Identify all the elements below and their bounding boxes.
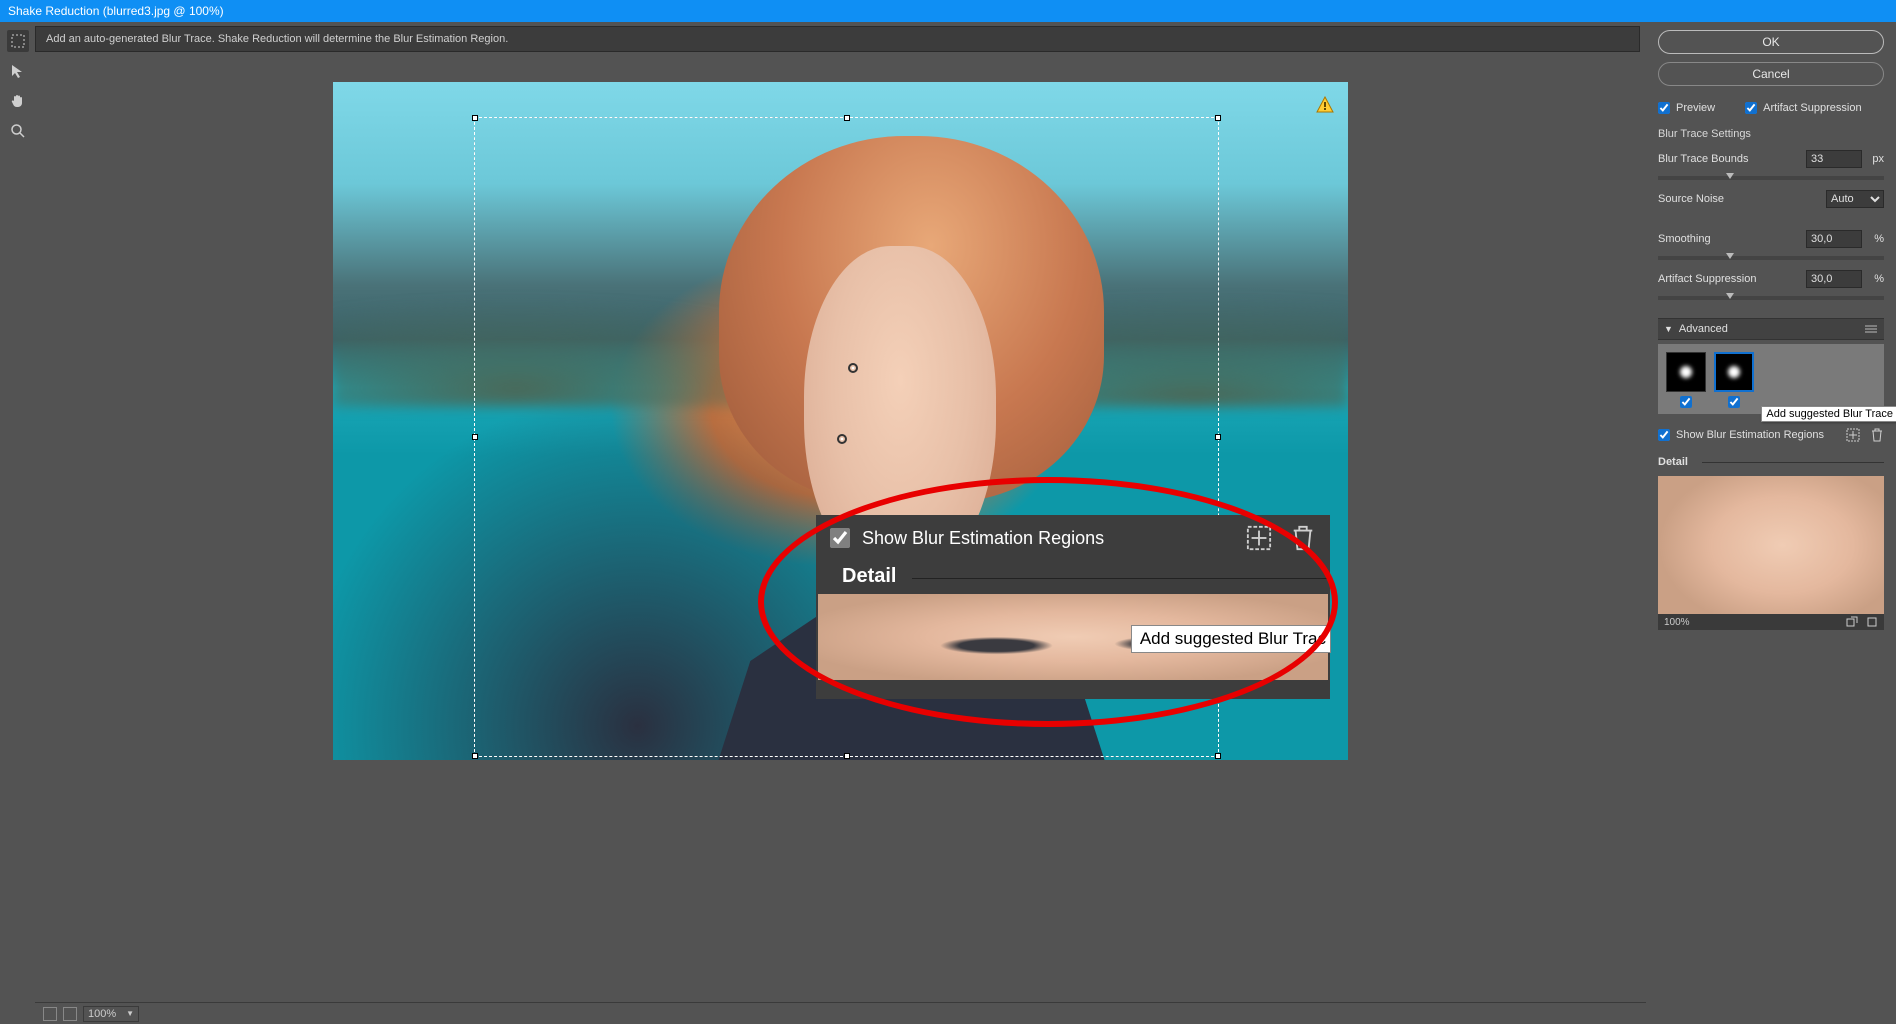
- resize-handle-n[interactable]: [844, 115, 850, 121]
- px-unit: px: [1866, 153, 1884, 165]
- smoothing-row: Smoothing %: [1658, 230, 1884, 248]
- source-noise-label: Source Noise: [1658, 193, 1826, 205]
- hint-bar: Add an auto-generated Blur Trace. Shake …: [35, 26, 1640, 52]
- view-mode-b-icon[interactable]: [63, 1007, 77, 1021]
- detail-section-header: Detail: [1658, 456, 1884, 468]
- view-mode-a-icon[interactable]: [43, 1007, 57, 1021]
- delete-blur-trace-icon[interactable]: [1870, 428, 1884, 442]
- window-title-bar: Shake Reduction (blurred3.jpg @ 100%): [0, 0, 1896, 22]
- callout-show-regions-label: Show Blur Estimation Regions: [862, 528, 1104, 549]
- zoom-tool-icon[interactable]: [7, 120, 29, 142]
- ok-button[interactable]: OK: [1658, 30, 1884, 54]
- zoom-level-value: 100%: [88, 1008, 116, 1020]
- advanced-label: Advanced: [1679, 323, 1728, 335]
- advanced-section-header[interactable]: ▼ Advanced: [1658, 318, 1884, 340]
- percent-unit-1: %: [1866, 233, 1884, 245]
- artifact-suppression-label: Artifact Suppression: [1763, 102, 1861, 114]
- settings-heading: Blur Trace Settings: [1658, 128, 1884, 140]
- artifact-suppression-checkbox[interactable]: [1745, 102, 1757, 114]
- detail-zoom-value: 100%: [1664, 617, 1690, 628]
- show-regions-label: Show Blur Estimation Regions: [1676, 429, 1824, 441]
- resize-handle-e[interactable]: [1215, 434, 1221, 440]
- resize-handle-w[interactable]: [472, 434, 478, 440]
- percent-unit-2: %: [1866, 273, 1884, 285]
- artifact-suppression-field-label: Artifact Suppression: [1658, 273, 1806, 285]
- show-regions-checkbox[interactable]: [1658, 429, 1670, 441]
- artifact-suppression-input[interactable]: [1806, 270, 1862, 288]
- smoothing-label: Smoothing: [1658, 233, 1806, 245]
- blur-trace-item-1-checkbox[interactable]: [1680, 396, 1692, 408]
- zoom-level-box[interactable]: 100% ▼: [83, 1006, 139, 1022]
- add-blur-trace-icon[interactable]: [1846, 428, 1860, 442]
- blur-trace-item-1[interactable]: [1666, 352, 1706, 408]
- preview-checkbox-row[interactable]: Preview: [1658, 98, 1715, 118]
- right-panel: OK Cancel Preview Artifact Suppression B…: [1646, 22, 1896, 1024]
- callout-add-blur-trace-icon[interactable]: [1246, 525, 1272, 551]
- callout-tooltip: Add suggested Blur Trac: [1131, 625, 1331, 653]
- detail-preview-image[interactable]: [1658, 476, 1884, 630]
- warning-icon: [1316, 96, 1334, 114]
- cancel-button[interactable]: Cancel: [1658, 62, 1884, 86]
- refresh-loupe-icon[interactable]: [1866, 616, 1878, 628]
- resize-handle-sw[interactable]: [472, 753, 478, 759]
- blur-trace-bounds-row: Blur Trace Bounds px: [1658, 150, 1884, 168]
- resize-handle-se[interactable]: [1215, 753, 1221, 759]
- window-title: Shake Reduction (blurred3.jpg @ 100%): [8, 4, 224, 18]
- blur-trace-item-2[interactable]: [1714, 352, 1754, 408]
- detail-loupe-panel[interactable]: 100%: [1658, 476, 1884, 630]
- blur-trace-bounds-input[interactable]: [1806, 150, 1862, 168]
- add-blur-trace-tooltip: Add suggested Blur Trace: [1761, 406, 1896, 422]
- direct-selection-tool-icon[interactable]: [7, 60, 29, 82]
- hand-tool-icon[interactable]: [7, 90, 29, 112]
- region-center-pin-2[interactable]: [837, 434, 847, 444]
- hint-text: Add an auto-generated Blur Trace. Shake …: [46, 33, 508, 45]
- resize-handle-s[interactable]: [844, 753, 850, 759]
- callout-panel: Show Blur Estimation Regions Detail Add …: [816, 515, 1330, 699]
- status-bar: 100% ▼: [35, 1002, 1646, 1024]
- artifact-suppression-row: Artifact Suppression %: [1658, 270, 1884, 288]
- source-noise-row: Source Noise Auto: [1658, 190, 1884, 208]
- show-regions-row: Show Blur Estimation Regions: [1658, 428, 1884, 442]
- blur-trace-bounds-label: Blur Trace Bounds: [1658, 153, 1806, 165]
- blur-trace-item-2-checkbox[interactable]: [1728, 396, 1740, 408]
- annotation-callout: Show Blur Estimation Regions Detail Add …: [758, 477, 1338, 727]
- preview-checkbox[interactable]: [1658, 102, 1670, 114]
- chevron-down-icon: ▼: [126, 1009, 134, 1018]
- artifact-suppression-slider[interactable]: [1658, 296, 1884, 300]
- blur-trace-tool-icon[interactable]: [7, 30, 29, 52]
- region-center-pin-1[interactable]: [848, 363, 858, 373]
- detail-label: Detail: [1658, 456, 1688, 468]
- callout-show-regions-checkbox[interactable]: [830, 528, 850, 548]
- disclosure-triangle-icon: ▼: [1664, 324, 1673, 334]
- artifact-suppression-checkbox-row[interactable]: Artifact Suppression: [1745, 98, 1861, 118]
- resize-handle-nw[interactable]: [472, 115, 478, 121]
- smoothing-slider[interactable]: [1658, 256, 1884, 260]
- source-noise-select[interactable]: Auto: [1826, 190, 1884, 208]
- panel-menu-icon[interactable]: [1864, 324, 1878, 334]
- callout-detail-header: Detail: [816, 561, 1330, 594]
- undock-loupe-icon[interactable]: [1846, 616, 1858, 628]
- left-toolbar: [0, 22, 35, 1024]
- blur-trace-bounds-slider[interactable]: [1658, 176, 1884, 180]
- detail-footer: 100%: [1658, 614, 1884, 630]
- blur-trace-list: [1658, 344, 1884, 414]
- resize-handle-ne[interactable]: [1215, 115, 1221, 121]
- preview-label: Preview: [1676, 102, 1715, 114]
- callout-delete-blur-trace-icon[interactable]: [1290, 525, 1316, 551]
- smoothing-input[interactable]: [1806, 230, 1862, 248]
- callout-detail-label: Detail: [842, 565, 896, 587]
